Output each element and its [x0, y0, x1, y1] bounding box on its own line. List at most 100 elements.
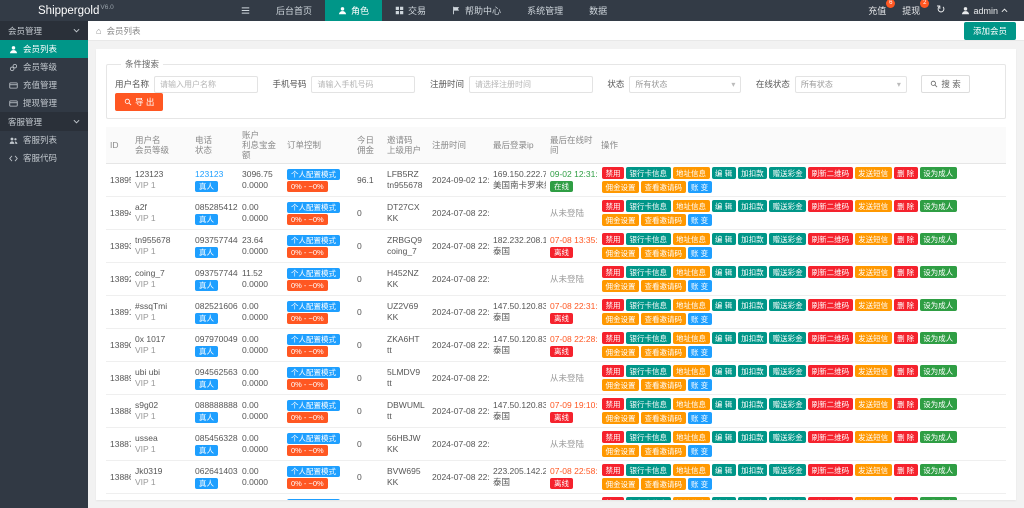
sidebar-item-service-list[interactable]: 客服列表 — [0, 131, 88, 149]
op-send-sms-button[interactable]: 发送短信 — [854, 497, 892, 500]
op-delete-button[interactable]: 删 除 — [893, 497, 918, 500]
username-input[interactable] — [154, 75, 259, 93]
nav-trade[interactable]: 交易 — [382, 0, 439, 21]
op-gift-bonus-button[interactable]: 赠送彩金 — [769, 233, 807, 246]
order-rate-badge[interactable]: 0% - ~0% — [287, 247, 328, 259]
op-adjust-balance-button[interactable]: 加扣款 — [737, 464, 768, 477]
group-service-mgmt[interactable]: 客服管理 — [0, 112, 88, 131]
op-set-adult-button[interactable]: 设为成人 — [919, 233, 957, 246]
op-send-sms-button[interactable]: 发送短信 — [854, 365, 892, 378]
op-bank-card-info-button[interactable]: 银行卡信息 — [626, 464, 671, 477]
order-mode-badge[interactable]: 个人配置模式 — [287, 367, 340, 379]
op-gift-bonus-button[interactable]: 赠送彩金 — [769, 431, 807, 444]
sidebar-item-service-code[interactable]: 客服代码 — [0, 149, 88, 167]
op-bank-card-info-button[interactable]: 银行卡信息 — [626, 398, 671, 411]
nav-data[interactable]: 数据 — [576, 0, 620, 21]
op-disable-button[interactable]: 禁用 — [602, 233, 624, 246]
order-rate-badge[interactable]: 0% - ~0% — [287, 445, 328, 457]
order-rate-badge[interactable]: 0% - ~0% — [287, 181, 328, 193]
order-rate-badge[interactable]: 0% - ~0% — [287, 412, 328, 424]
op-address-info-button[interactable]: 地址信息 — [672, 233, 710, 246]
order-mode-badge[interactable]: 个人配置模式 — [287, 169, 340, 181]
op-send-sms-button[interactable]: 发送短信 — [854, 233, 892, 246]
op-bank-card-info-button[interactable]: 银行卡信息 — [626, 431, 671, 444]
op-commission-settings-button[interactable]: 佣金设置 — [602, 478, 639, 491]
op-disable-button[interactable]: 禁用 — [602, 299, 624, 312]
op-edit-button[interactable]: 编 辑 — [711, 398, 736, 411]
op-refresh-qrcode-button[interactable]: 刷新二维码 — [808, 266, 853, 279]
op-view-invite-code-button[interactable]: 查看邀请码 — [641, 181, 686, 194]
op-refresh-qrcode-button[interactable]: 刷新二维码 — [808, 464, 853, 477]
op-address-info-button[interactable]: 地址信息 — [672, 299, 710, 312]
op-disable-button[interactable]: 禁用 — [602, 266, 624, 279]
op-disable-button[interactable]: 禁用 — [602, 431, 624, 444]
op-commission-settings-button[interactable]: 佣金设置 — [602, 181, 639, 194]
op-disable-button[interactable]: 禁用 — [602, 167, 624, 180]
op-disable-button[interactable]: 禁用 — [602, 332, 624, 345]
op-account-changes-button[interactable]: 账 变 — [687, 478, 712, 491]
op-account-changes-button[interactable]: 账 变 — [687, 412, 712, 425]
op-commission-settings-button[interactable]: 佣金设置 — [602, 346, 639, 359]
op-edit-button[interactable]: 编 辑 — [711, 266, 736, 279]
op-commission-settings-button[interactable]: 佣金设置 — [602, 247, 639, 260]
op-set-adult-button[interactable]: 设为成人 — [919, 266, 957, 279]
op-refresh-qrcode-button[interactable]: 刷新二维码 — [808, 431, 853, 444]
sidebar-item-member-level[interactable]: 会员等级 — [0, 58, 88, 76]
op-send-sms-button[interactable]: 发送短信 — [854, 266, 892, 279]
op-send-sms-button[interactable]: 发送短信 — [854, 200, 892, 213]
op-view-invite-code-button[interactable]: 查看邀请码 — [641, 412, 686, 425]
op-edit-button[interactable]: 编 辑 — [711, 497, 736, 500]
op-bank-card-info-button[interactable]: 银行卡信息 — [626, 233, 671, 246]
op-view-invite-code-button[interactable]: 查看邀请码 — [641, 247, 686, 260]
online-status-select[interactable]: 所有状态 ▾ — [794, 75, 907, 93]
op-view-invite-code-button[interactable]: 查看邀请码 — [641, 214, 686, 227]
op-address-info-button[interactable]: 地址信息 — [672, 497, 710, 500]
order-mode-badge[interactable]: 个人配置模式 — [287, 466, 340, 478]
op-delete-button[interactable]: 删 除 — [893, 365, 918, 378]
op-bank-card-info-button[interactable]: 银行卡信息 — [626, 167, 671, 180]
op-gift-bonus-button[interactable]: 赠送彩金 — [769, 497, 807, 500]
order-mode-badge[interactable]: 个人配置模式 — [287, 334, 340, 346]
op-delete-button[interactable]: 删 除 — [893, 332, 918, 345]
op-send-sms-button[interactable]: 发送短信 — [854, 464, 892, 477]
op-adjust-balance-button[interactable]: 加扣款 — [737, 299, 768, 312]
op-view-invite-code-button[interactable]: 查看邀请码 — [641, 478, 686, 491]
order-rate-badge[interactable]: 0% - ~0% — [287, 379, 328, 391]
op-account-changes-button[interactable]: 账 变 — [687, 247, 712, 260]
op-address-info-button[interactable]: 地址信息 — [672, 200, 710, 213]
withdraw-notice[interactable]: 提现 2 — [902, 0, 930, 17]
op-send-sms-button[interactable]: 发送短信 — [854, 299, 892, 312]
order-mode-badge[interactable]: 个人配置模式 — [287, 268, 340, 280]
op-address-info-button[interactable]: 地址信息 — [672, 167, 710, 180]
op-send-sms-button[interactable]: 发送短信 — [854, 431, 892, 444]
order-mode-badge[interactable]: 个人配置模式 — [287, 301, 340, 313]
order-rate-badge[interactable]: 0% - ~0% — [287, 478, 328, 490]
op-delete-button[interactable]: 删 除 — [893, 266, 918, 279]
export-button[interactable]: 导 出 — [115, 93, 164, 112]
op-bank-card-info-button[interactable]: 银行卡信息 — [626, 497, 671, 500]
op-adjust-balance-button[interactable]: 加扣款 — [737, 266, 768, 279]
order-rate-badge[interactable]: 0% - ~0% — [287, 214, 328, 226]
op-address-info-button[interactable]: 地址信息 — [672, 266, 710, 279]
op-edit-button[interactable]: 编 辑 — [711, 167, 736, 180]
op-delete-button[interactable]: 删 除 — [893, 464, 918, 477]
op-commission-settings-button[interactable]: 佣金设置 — [602, 412, 639, 425]
op-delete-button[interactable]: 删 除 — [893, 233, 918, 246]
op-disable-button[interactable]: 禁用 — [602, 365, 624, 378]
op-gift-bonus-button[interactable]: 赠送彩金 — [769, 200, 807, 213]
op-view-invite-code-button[interactable]: 查看邀请码 — [641, 313, 686, 326]
op-account-changes-button[interactable]: 账 变 — [687, 181, 712, 194]
op-adjust-balance-button[interactable]: 加扣款 — [737, 332, 768, 345]
sidebar-item-withdraw-mgmt[interactable]: 提现管理 — [0, 94, 88, 112]
op-adjust-balance-button[interactable]: 加扣款 — [737, 365, 768, 378]
op-set-adult-button[interactable]: 设为成人 — [919, 497, 957, 500]
op-gift-bonus-button[interactable]: 赠送彩金 — [769, 464, 807, 477]
order-mode-badge[interactable]: 个人配置模式 — [287, 400, 340, 412]
op-disable-button[interactable]: 禁用 — [602, 200, 624, 213]
op-edit-button[interactable]: 编 辑 — [711, 365, 736, 378]
op-refresh-qrcode-button[interactable]: 刷新二维码 — [808, 332, 853, 345]
op-refresh-qrcode-button[interactable]: 刷新二维码 — [808, 200, 853, 213]
op-adjust-balance-button[interactable]: 加扣款 — [737, 233, 768, 246]
op-refresh-qrcode-button[interactable]: 刷新二维码 — [808, 497, 853, 500]
op-refresh-qrcode-button[interactable]: 刷新二维码 — [808, 233, 853, 246]
